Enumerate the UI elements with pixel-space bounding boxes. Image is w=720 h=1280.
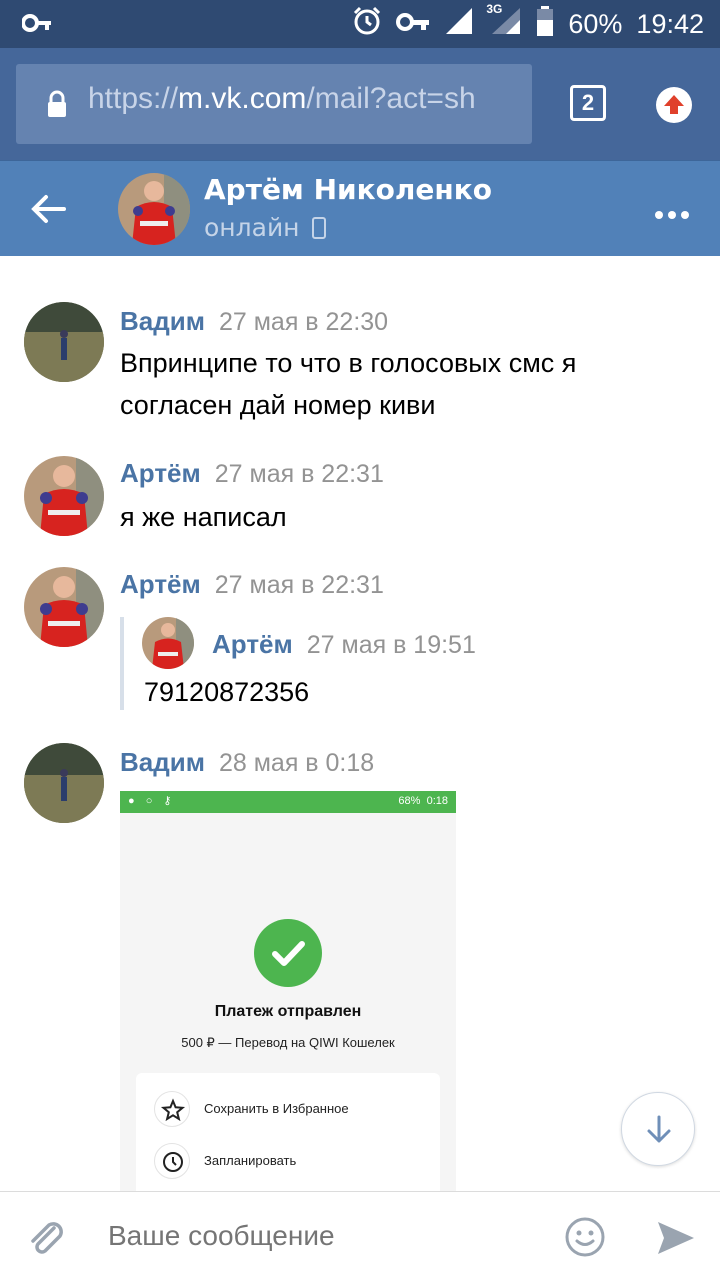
forwarded-time: 27 мая в 19:51 xyxy=(306,631,476,659)
image-attachment[interactable]: ● ○ ⚷ 68% 0:18 Платеж отправлен 500 ₽ — … xyxy=(120,791,456,1191)
tab-switcher-button[interactable]: 2 xyxy=(570,85,606,121)
message-time: 28 мая в 0:18 xyxy=(218,749,375,777)
contact-name[interactable]: Артём Николенко xyxy=(204,173,492,206)
status-icons: ● ○ ⚷ xyxy=(128,795,176,807)
battery-icon xyxy=(536,6,554,43)
avatar[interactable] xyxy=(24,743,104,823)
battery-percent: 60% xyxy=(568,9,623,39)
avatar[interactable] xyxy=(118,173,190,245)
message-author[interactable]: Вадим 27 мая в 22:30 xyxy=(120,306,388,337)
scroll-down-button[interactable] xyxy=(621,1092,695,1166)
message-composer xyxy=(0,1191,720,1280)
message-input[interactable] xyxy=(108,1220,528,1252)
avatar[interactable] xyxy=(24,456,104,536)
clock-icon xyxy=(154,1143,190,1179)
browser-toolbar: https://m.vk.com/mail?act=sh 2 xyxy=(0,48,720,160)
message-text: Впринципе то что в голосовых смс я согла… xyxy=(120,348,577,420)
message-text: я же написал xyxy=(120,502,287,532)
status-bar: 3G 60% 19:42 xyxy=(0,0,720,48)
payment-title: Платеж отправлен xyxy=(214,1003,362,1020)
message-author[interactable]: Артём 27 мая в 22:31 xyxy=(120,458,384,489)
screenshot-status-bar: ● ○ ⚷ 68% 0:18 xyxy=(120,791,456,813)
emoji-icon[interactable] xyxy=(564,1216,606,1262)
key-icon xyxy=(21,10,52,40)
actions-card: Сохранить в Избранное Запланировать xyxy=(136,1073,440,1191)
avatar[interactable] xyxy=(24,302,104,382)
payment-subtitle: 500 ₽ — Перевод на QIWI Кошелек xyxy=(181,1035,395,1050)
alarm-icon xyxy=(352,6,382,43)
star-icon xyxy=(154,1091,190,1127)
forwarded-message[interactable]: Артём 27 мая в 19:51 79120872356 xyxy=(120,617,620,710)
forwarded-author[interactable]: Артём 27 мая в 19:51 xyxy=(212,629,476,660)
lock-icon xyxy=(46,90,68,122)
arrow-down-icon xyxy=(647,1115,671,1143)
mobile-phone-icon xyxy=(311,217,326,239)
message-author[interactable]: Вадим 28 мая в 0:18 xyxy=(120,747,374,778)
update-icon[interactable] xyxy=(656,87,692,123)
more-options-icon[interactable] xyxy=(654,205,690,224)
contact-status: онлайн xyxy=(204,213,326,242)
url-text: https://m.vk.com/mail?act=sh xyxy=(88,82,476,115)
message-list[interactable]: Вадим 27 мая в 22:30 Впринципе то что в г… xyxy=(0,256,720,1191)
avatar[interactable] xyxy=(24,567,104,647)
signal-icon xyxy=(444,6,474,43)
paperclip-icon[interactable] xyxy=(24,1214,68,1262)
message-time: 27 мая в 22:30 xyxy=(218,308,389,336)
checkmark-icon xyxy=(254,919,322,987)
clock: 19:42 xyxy=(636,9,704,39)
message-author[interactable]: Артём 27 мая в 22:31 xyxy=(120,569,384,600)
forwarded-text: 79120872356 xyxy=(144,677,310,707)
message-time: 27 мая в 22:31 xyxy=(214,460,384,488)
conversation-header: Артём Николенко онлайн xyxy=(0,160,720,256)
mobile-data-icon: 3G xyxy=(486,2,522,43)
vpn-key-icon xyxy=(396,9,430,40)
back-arrow-icon[interactable] xyxy=(28,189,68,233)
send-icon[interactable] xyxy=(656,1218,696,1262)
message-time: 27 мая в 22:31 xyxy=(214,571,384,599)
url-field[interactable]: https://m.vk.com/mail?act=sh xyxy=(16,64,532,144)
avatar[interactable] xyxy=(142,617,194,669)
